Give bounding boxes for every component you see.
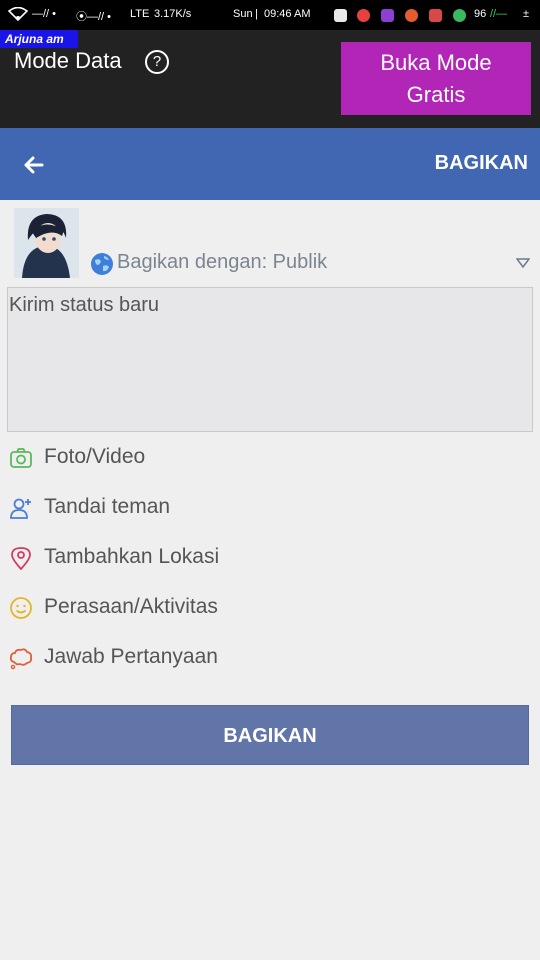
option-label: Foto/Video <box>44 445 146 468</box>
status-day: Sun <box>233 8 253 20</box>
chevron-down-icon <box>516 258 530 268</box>
thought-bubble-icon <box>9 648 33 670</box>
option-label: Perasaan/Aktivitas <box>44 595 218 618</box>
app-header: BAGIKAN <box>0 128 540 200</box>
avatar <box>14 208 79 278</box>
option-label: Tambahkan Lokasi <box>44 545 220 568</box>
notification-icon <box>429 9 442 22</box>
charging-icon: ± <box>523 8 530 20</box>
option-photo-video[interactable]: Foto/Video <box>9 443 509 473</box>
wifi-icon <box>7 6 29 24</box>
location-pin-icon <box>11 547 31 570</box>
net-speed: 3.17K/s <box>154 8 192 20</box>
add-person-icon <box>10 498 31 519</box>
option-answer-question[interactable]: Jawab Pertanyaan <box>9 643 509 673</box>
status-time: 09:46 AM <box>264 8 311 20</box>
free-mode-button[interactable]: Buka Mode Gratis <box>341 42 531 115</box>
signal-strength-icon: //— <box>490 8 508 20</box>
network-type: LTE <box>130 8 150 20</box>
back-arrow-icon[interactable] <box>24 156 44 174</box>
data-mode-title: Mode Data <box>14 48 122 73</box>
status-input[interactable]: Kirim status baru <box>7 287 533 432</box>
data-mode-bar: Mode Data ? Buka Mode Gratis <box>0 30 540 128</box>
message-icon <box>381 9 394 22</box>
help-icon[interactable]: ? <box>145 50 169 74</box>
option-tag-friends[interactable]: Tandai teman <box>9 493 509 523</box>
option-label: Jawab Pertanyaan <box>44 645 218 668</box>
notification-icon <box>334 9 347 22</box>
status-placeholder: Kirim status baru <box>9 294 160 316</box>
status-bar: —// • ⦿—// • LTE 3.17K/s Sun | 09:46 AM … <box>0 0 540 30</box>
camera-icon <box>10 448 32 468</box>
watermark: Arjuna am <box>0 30 78 48</box>
option-label: Tandai teman <box>44 495 171 518</box>
globe-icon <box>91 253 113 275</box>
share-button[interactable]: BAGIKAN <box>11 705 529 765</box>
profile-picture <box>14 208 79 278</box>
privacy-selector[interactable]: Bagikan dengan: Publik <box>90 250 530 278</box>
signal-icon-1: —// • <box>32 8 57 20</box>
signal-icon-2: ⦿—// • <box>76 11 112 23</box>
header-share-button[interactable]: BAGIKAN <box>435 152 528 175</box>
notification-icon <box>357 9 370 22</box>
smiley-icon <box>10 597 32 619</box>
battery-level: 96 <box>474 8 487 20</box>
free-mode-label: Buka Mode Gratis <box>380 49 492 107</box>
option-feeling-activity[interactable]: Perasaan/Aktivitas <box>9 593 509 623</box>
vpn-icon <box>453 9 466 22</box>
notification-icon <box>405 9 418 22</box>
status-divider: | <box>255 8 258 20</box>
option-add-location[interactable]: Tambahkan Lokasi <box>9 543 509 573</box>
privacy-label: Bagikan dengan: Publik <box>117 251 328 273</box>
